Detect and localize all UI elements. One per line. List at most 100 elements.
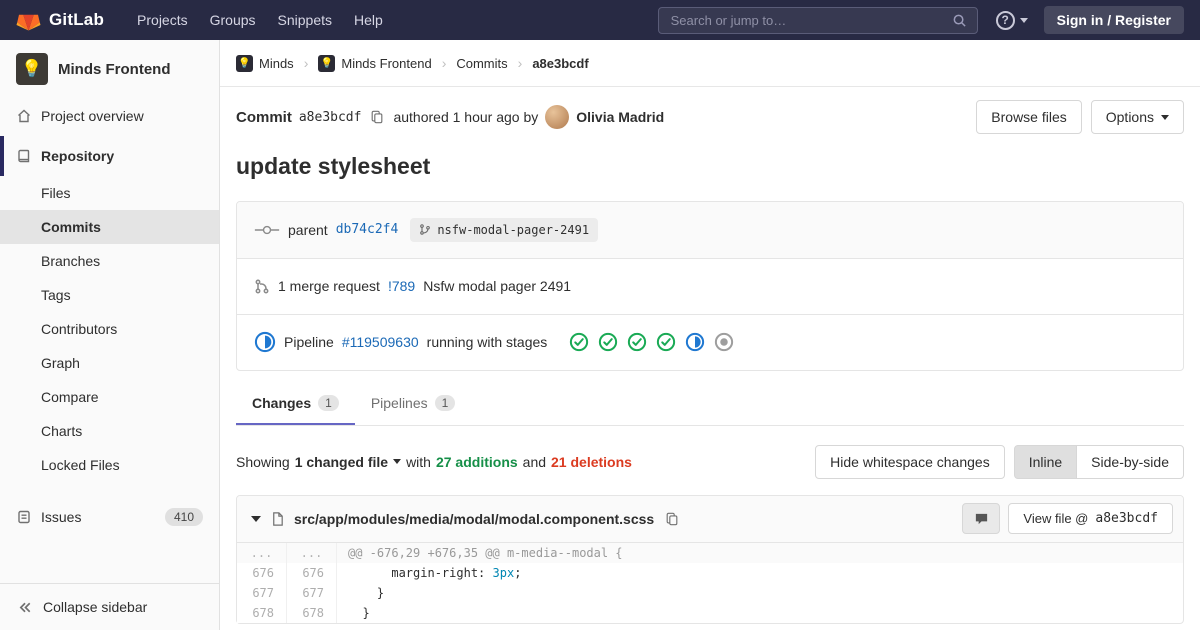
stage-status-passed-icon[interactable] bbox=[656, 332, 676, 352]
new-line-number[interactable]: 678 bbox=[287, 602, 337, 623]
sidebar-item-repository[interactable]: Repository bbox=[0, 136, 219, 176]
collapse-sidebar-button[interactable]: Collapse sidebar bbox=[0, 583, 219, 630]
parent-label: parent bbox=[288, 221, 328, 238]
options-label: Options bbox=[1105, 109, 1154, 125]
new-line-number[interactable]: 676 bbox=[287, 562, 337, 583]
sidebar-item-issues[interactable]: Issues 410 bbox=[0, 496, 219, 538]
sidebar-item-project-overview[interactable]: Project overview bbox=[0, 96, 219, 136]
toggle-comments-button[interactable] bbox=[962, 503, 1001, 535]
old-line-number[interactable]: 676 bbox=[237, 562, 287, 583]
breadcrumb-minds[interactable]: 💡 Minds bbox=[236, 54, 294, 72]
breadcrumb-separator bbox=[304, 55, 309, 71]
nav-item-groups[interactable]: Groups bbox=[199, 6, 267, 34]
breadcrumb-minds-frontend[interactable]: 💡 Minds Frontend bbox=[318, 54, 432, 72]
file-actions: View file @ a8e3bcdf bbox=[962, 503, 1173, 535]
additions-count: 27 additions bbox=[435, 453, 518, 470]
breadcrumb-label: Minds bbox=[259, 55, 294, 71]
commit-icon bbox=[254, 223, 280, 237]
breadcrumb-separator bbox=[442, 55, 447, 71]
search-input[interactable] bbox=[668, 11, 944, 29]
copy-icon bbox=[666, 512, 678, 525]
question-icon: ? bbox=[995, 10, 1015, 30]
sidebar-item-graph[interactable]: Graph bbox=[0, 346, 219, 380]
sidebar-project-header[interactable]: 💡 Minds Frontend bbox=[0, 40, 219, 96]
copy-file-path-button[interactable] bbox=[663, 510, 681, 528]
commit-tabs: Changes 1 Pipelines 1 bbox=[236, 384, 1184, 426]
sidebar-item-tags[interactable]: Tags bbox=[0, 278, 219, 312]
showing-label: Showing bbox=[236, 453, 290, 470]
author-name-link[interactable]: Olivia Madrid bbox=[576, 109, 664, 125]
breadcrumb-label: Minds Frontend bbox=[341, 55, 432, 71]
and-label: and bbox=[522, 453, 547, 470]
sidebar-item-branches[interactable]: Branches bbox=[0, 244, 219, 278]
pipeline-running-icon bbox=[254, 331, 276, 353]
code-line: } bbox=[348, 605, 370, 620]
breadcrumb-separator bbox=[518, 55, 523, 71]
breadcrumb-commits[interactable]: Commits bbox=[456, 56, 507, 71]
nav-item-projects[interactable]: Projects bbox=[126, 6, 199, 34]
copy-sha-button[interactable] bbox=[368, 108, 386, 126]
commit-sha: a8e3bcdf bbox=[298, 109, 362, 125]
view-file-button[interactable]: View file @ a8e3bcdf bbox=[1008, 503, 1173, 535]
tab-label: Pipelines bbox=[370, 395, 428, 412]
search-icon[interactable] bbox=[952, 13, 967, 28]
commit-actions: Browse files Options bbox=[976, 100, 1184, 134]
deletions-count: 21 deletions bbox=[551, 453, 632, 470]
pipelines-count-badge: 1 bbox=[434, 395, 456, 412]
old-line-number[interactable]: 677 bbox=[237, 582, 287, 603]
tab-pipelines[interactable]: Pipelines 1 bbox=[355, 384, 472, 425]
pipeline-row: Pipeline #119509630 running with stages bbox=[237, 313, 1183, 370]
repository-icon bbox=[16, 148, 32, 164]
author-avatar[interactable] bbox=[545, 105, 570, 129]
main-content: 💡 Minds 💡 Minds Frontend Commits a8e3bcd… bbox=[220, 40, 1200, 630]
authored-text: authored 1 hour ago by bbox=[393, 109, 539, 125]
sidebar-item-commits[interactable]: Commits bbox=[0, 210, 219, 244]
hide-whitespace-button[interactable]: Hide whitespace changes bbox=[815, 444, 1005, 479]
branch-ref-link[interactable]: nsfw-modal-pager-2491 bbox=[410, 217, 599, 242]
changes-count-badge: 1 bbox=[318, 395, 339, 412]
file-diff-container: src/app/modules/media/modal/modal.compon… bbox=[236, 494, 1184, 624]
collapse-label: Collapse sidebar bbox=[43, 599, 148, 615]
nav-item-help[interactable]: Help bbox=[343, 6, 394, 34]
old-line-number[interactable]: 678 bbox=[237, 602, 287, 623]
chevron-down-icon bbox=[1161, 114, 1169, 120]
options-dropdown-button[interactable]: Options bbox=[1090, 100, 1184, 134]
stage-status-created-icon[interactable] bbox=[714, 332, 734, 352]
sidebar-item-contributors[interactable]: Contributors bbox=[0, 312, 219, 346]
help-dropdown[interactable]: ? bbox=[995, 10, 1028, 30]
tanuki-icon bbox=[16, 8, 41, 32]
view-mode-toggle: Inline Side-by-side bbox=[1013, 444, 1184, 479]
sign-in-register-button[interactable]: Sign in / Register bbox=[1043, 6, 1184, 34]
commit-title: update stylesheet bbox=[236, 153, 431, 179]
stage-status-passed-icon[interactable] bbox=[598, 332, 618, 352]
chevron-down-icon bbox=[393, 459, 402, 465]
changed-files-dropdown[interactable]: 1 changed file bbox=[295, 454, 402, 470]
browse-files-button[interactable]: Browse files bbox=[976, 100, 1082, 134]
pipeline-link[interactable]: #119509630 bbox=[342, 334, 419, 350]
new-line-number[interactable]: 677 bbox=[287, 582, 337, 603]
merge-request-link[interactable]: !789 bbox=[388, 278, 415, 294]
with-label: with bbox=[406, 453, 431, 470]
nav-item-snippets[interactable]: Snippets bbox=[267, 6, 343, 34]
stage-status-passed-icon[interactable] bbox=[569, 332, 589, 352]
sidebar-item-compare[interactable]: Compare bbox=[0, 380, 219, 414]
stage-status-running-icon[interactable] bbox=[685, 332, 705, 352]
side-by-side-view-button[interactable]: Side-by-side bbox=[1076, 444, 1184, 479]
sidebar-item-locked-files[interactable]: Locked Files bbox=[0, 448, 219, 482]
stage-status-passed-icon[interactable] bbox=[627, 332, 647, 352]
diff-line: 677 677 } bbox=[237, 582, 1183, 603]
parent-sha-link[interactable]: db74c2f4 bbox=[336, 222, 399, 237]
sidebar-nav: Project overview Repository Files Commit… bbox=[0, 96, 219, 538]
tab-changes[interactable]: Changes 1 bbox=[236, 384, 355, 425]
issues-count-badge: 410 bbox=[164, 508, 203, 526]
sidebar-item-charts[interactable]: Charts bbox=[0, 414, 219, 448]
collapse-diff-caret[interactable] bbox=[251, 515, 261, 522]
inline-view-button[interactable]: Inline bbox=[1013, 444, 1078, 479]
gitlab-logo-link[interactable]: GitLab bbox=[16, 8, 104, 32]
file-text-icon bbox=[270, 511, 285, 527]
diff-table: ... ... @@ -676,29 +676,35 @@ m-media--m… bbox=[237, 542, 1183, 623]
sidebar-item-files[interactable]: Files bbox=[0, 176, 219, 210]
code-line: margin-right: 3px; bbox=[348, 565, 522, 580]
branch-icon bbox=[419, 223, 431, 236]
commit-details-box: parent db74c2f4 nsfw-modal-pager-2491 1 … bbox=[236, 200, 1184, 371]
